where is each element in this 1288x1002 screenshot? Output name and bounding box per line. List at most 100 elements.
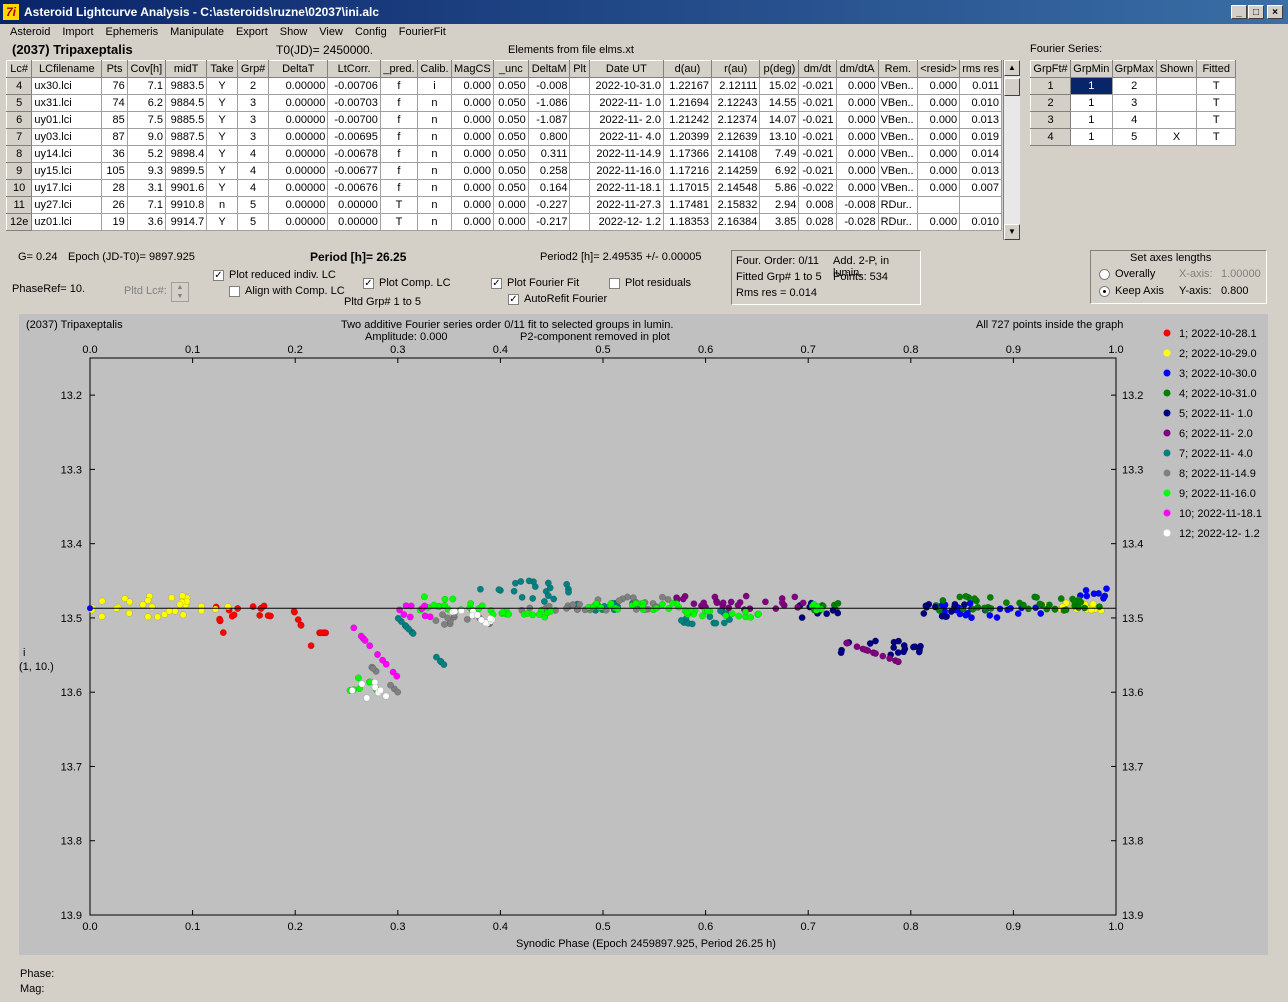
- lc-cell[interactable]: -0.021: [798, 77, 837, 95]
- lc-cell[interactable]: 26: [101, 196, 128, 214]
- lc-cell[interactable]: f: [379, 145, 419, 163]
- fourier-col-header[interactable]: GrpFt#: [1029, 60, 1072, 78]
- lc-cell[interactable]: 14.07: [759, 111, 800, 129]
- lc-cell[interactable]: 0.00000: [268, 94, 329, 112]
- lc-cell[interactable]: 2.12639: [710, 128, 761, 146]
- lc-table-row[interactable]: 4 ux30.lci 76 7.1 9883.5 Y 2 0.00000 -0.00706 f i 0…: [5, 77, 1002, 95]
- fourier-col-header[interactable]: GrpMax: [1111, 60, 1157, 78]
- lc-cell[interactable]: -0.00700: [327, 111, 381, 129]
- lc-cell[interactable]: 0.000: [917, 94, 961, 112]
- lc-cell[interactable]: -0.021: [798, 111, 837, 129]
- lc-cell[interactable]: 0.258: [527, 162, 571, 180]
- plot-fourier-checkbox[interactable]: ✓ Plot Fourier Fit: [491, 277, 579, 289]
- lc-cell[interactable]: T: [379, 213, 419, 231]
- lc-col-header[interactable]: <resid>: [917, 60, 961, 78]
- lc-col-header[interactable]: DeltaT: [268, 60, 329, 78]
- lc-cell[interactable]: 9887.5: [164, 128, 208, 146]
- lc-cell[interactable]: 9.3: [126, 162, 166, 180]
- lc-cell[interactable]: RDur..: [877, 196, 919, 214]
- close-button[interactable]: ×: [1267, 5, 1283, 19]
- lc-cell[interactable]: 9914.7: [164, 213, 208, 231]
- scroll-thumb[interactable]: [1004, 78, 1020, 96]
- lc-cell[interactable]: n: [417, 94, 452, 112]
- lc-cell[interactable]: 0.011: [959, 77, 1002, 95]
- lc-table-row[interactable]: 11 uy27.lci 26 7.1 9910.8 n 5 0.00000 0.00000 Tn 0…: [5, 196, 1002, 214]
- fourier-cell[interactable]: [1155, 77, 1198, 95]
- lc-cell[interactable]: 3.85: [759, 213, 800, 231]
- fourier-table-row[interactable]: 314 T: [1029, 111, 1236, 129]
- fourier-cell[interactable]: X: [1155, 128, 1198, 146]
- lc-col-header[interactable]: Date UT: [588, 60, 664, 78]
- lc-row-header[interactable]: 11: [5, 196, 33, 214]
- lc-cell[interactable]: f: [379, 77, 419, 95]
- lc-cell[interactable]: 2022-11- 4.0: [588, 128, 664, 146]
- lc-cell[interactable]: -0.00677: [327, 162, 381, 180]
- lc-cell[interactable]: 0.000: [917, 162, 961, 180]
- lightcurve-plot-panel[interactable]: 0.0 0.0 0.1 0.1 0.2 0.2 0.3 0.3 0.4 0.4 0.5 0.5 0.6 0…: [19, 314, 1268, 955]
- lc-cell[interactable]: 105: [101, 162, 128, 180]
- fourier-cell[interactable]: 3: [1111, 94, 1157, 112]
- lc-cell[interactable]: -0.022: [798, 179, 837, 197]
- lc-cell[interactable]: [569, 77, 590, 95]
- lc-cell[interactable]: 1.17481: [662, 196, 712, 214]
- lc-cell[interactable]: n: [206, 196, 238, 214]
- lc-col-header[interactable]: Grp#: [236, 60, 270, 78]
- checkbox-box[interactable]: ✓: [363, 277, 374, 289]
- lc-cell[interactable]: 2.12374: [710, 111, 761, 129]
- lc-cell[interactable]: uz01.lci: [31, 213, 103, 231]
- checkbox-box[interactable]: [229, 285, 240, 297]
- lc-cell[interactable]: 0.013: [959, 162, 1002, 180]
- lc-cell[interactable]: 2022-10-31.0: [588, 77, 664, 95]
- lc-cell[interactable]: VBen..: [877, 145, 919, 163]
- lc-col-header[interactable]: midT: [164, 60, 208, 78]
- checkbox-box[interactable]: ✓: [213, 269, 224, 281]
- lc-cell[interactable]: 0.000: [450, 196, 494, 214]
- autorefit-checkbox[interactable]: ✓ AutoRefit Fourier: [508, 293, 607, 305]
- lc-row-header[interactable]: 8: [5, 145, 33, 163]
- lc-cell[interactable]: 9884.5: [164, 94, 208, 112]
- lc-cell[interactable]: 0.000: [917, 111, 961, 129]
- lc-cell[interactable]: 1.17216: [662, 162, 712, 180]
- lc-cell[interactable]: 0.00000: [268, 128, 329, 146]
- lc-cell[interactable]: 74: [101, 94, 128, 112]
- lc-cell[interactable]: [917, 196, 961, 214]
- lc-cell[interactable]: -1.087: [527, 111, 571, 129]
- lc-cell[interactable]: 1.20399: [662, 128, 712, 146]
- lc-col-header[interactable]: dm/dtA: [835, 60, 879, 78]
- lc-cell[interactable]: 0.00000: [268, 77, 329, 95]
- lc-cell[interactable]: VBen..: [877, 111, 919, 129]
- lc-table-row[interactable]: 6 uy01.lci 85 7.5 9885.5 Y 3 0.00000 -0.00700 f n 0…: [5, 111, 1002, 129]
- lc-cell[interactable]: 0.000: [835, 77, 879, 95]
- lc-cell[interactable]: 0.000: [450, 77, 494, 95]
- plot-comp-checkbox[interactable]: ✓ Plot Comp. LC: [363, 277, 451, 289]
- lc-col-header[interactable]: LtCorr.: [327, 60, 381, 78]
- lc-cell[interactable]: 9885.5: [164, 111, 208, 129]
- checkbox-box[interactable]: ✓: [491, 277, 502, 289]
- lc-cell[interactable]: 13.10: [759, 128, 800, 146]
- lc-cell[interactable]: -0.00706: [327, 77, 381, 95]
- lc-col-header[interactable]: Pts: [101, 60, 128, 78]
- lc-row-header[interactable]: 7: [5, 128, 33, 146]
- lc-row-header[interactable]: 9: [5, 162, 33, 180]
- lc-cell[interactable]: 1.21694: [662, 94, 712, 112]
- lc-cell[interactable]: 1.18353: [662, 213, 712, 231]
- plot-residuals-checkbox[interactable]: Plot residuals: [609, 277, 691, 289]
- fourier-cell[interactable]: T: [1196, 94, 1236, 112]
- lc-cell[interactable]: 9898.4: [164, 145, 208, 163]
- lc-cell[interactable]: [569, 94, 590, 112]
- lc-cell[interactable]: 0.000: [835, 179, 879, 197]
- lc-cell[interactable]: 5.86: [759, 179, 800, 197]
- keep-axis-radio[interactable]: Keep Axis: [1099, 285, 1164, 297]
- lc-col-header[interactable]: _unc: [492, 60, 529, 78]
- fourier-cell[interactable]: 4: [1111, 111, 1157, 129]
- lc-cell[interactable]: 0.010: [959, 213, 1002, 231]
- menu-asteroid[interactable]: Asteroid: [4, 24, 56, 40]
- lc-col-header[interactable]: rms res: [959, 60, 1002, 78]
- menu-export[interactable]: Export: [230, 24, 274, 40]
- lc-cell[interactable]: 0.007: [959, 179, 1002, 197]
- lc-col-header[interactable]: r(au): [710, 60, 761, 78]
- lc-cell[interactable]: 1.21242: [662, 111, 712, 129]
- lc-cell[interactable]: 3.6: [126, 213, 166, 231]
- lc-cell[interactable]: 2.94: [759, 196, 800, 214]
- lc-col-header[interactable]: MagCS: [450, 60, 494, 78]
